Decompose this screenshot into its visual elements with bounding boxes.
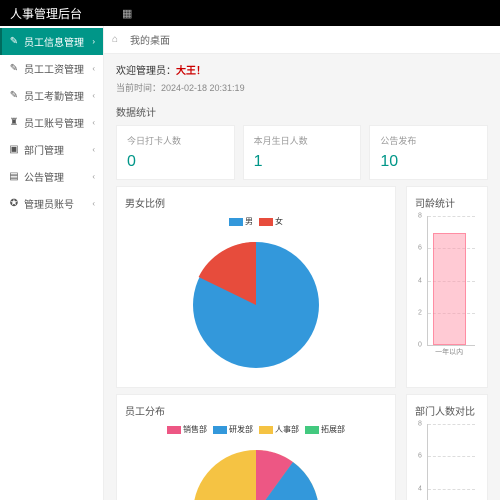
pie-dept [125, 439, 387, 500]
sidebar-label: 员工工资管理 [24, 61, 92, 76]
welcome-text: 欢迎管理员：大王！ [116, 62, 488, 77]
app-title: 人事管理后台 [10, 5, 82, 22]
chevron-icon: ‹ [92, 145, 95, 154]
chevron-icon: ‹ [92, 118, 95, 127]
chart-title: 部门人数对比 [415, 403, 479, 418]
legend-item: 男 [229, 216, 253, 227]
sidebar-label: 管理员账号 [24, 196, 92, 211]
dept-pie-card: 员工分布 销售部 研发部 人事部 拓展部 [116, 394, 396, 500]
menu-icon: ♜ [8, 117, 20, 128]
legend-label: 男 [245, 216, 253, 227]
sidebar-item-2[interactable]: ✎ 员工考勤管理‹ [0, 82, 103, 109]
chart-title: 男女比例 [125, 195, 387, 210]
legend: 男女 [125, 216, 387, 227]
chevron-icon: ‹ [92, 64, 95, 73]
main-content: ⌂ 我的桌面 欢迎管理员：大王！ 当前时间：2024-02-18 20:31:1… [104, 26, 500, 500]
sidebar-item-4[interactable]: ▣ 部门管理‹ [0, 136, 103, 163]
turnover-chart-card: 司龄统计 8 6 4 2 0 一年以内 [406, 186, 488, 388]
stat-card-1: 本月生日人数 1 [243, 125, 362, 180]
chevron-icon: › [92, 37, 95, 46]
welcome-prefix: 欢迎管理员： [116, 66, 176, 77]
legend-label: 研发部 [229, 424, 253, 435]
sidebar: ✎员工信息管理›✎员工工资管理‹✎员工考勤管理‹♜员工账号管理‹▣部门管理‹▤公… [0, 26, 104, 500]
bar-xlabel: 一年以内 [433, 347, 466, 357]
legend-item: 研发部 [213, 424, 253, 435]
tabbar: ⌂ 我的桌面 [104, 26, 500, 54]
stats-row: 今日打卡人数 0 本月生日人数 1 公告发布 10 [116, 125, 488, 180]
stat-value: 0 [127, 153, 224, 171]
sidebar-label: 公告管理 [24, 169, 92, 184]
dept-bar-card: 部门人数对比 8 6 4 2 0 销售部 [406, 394, 488, 500]
menu-icon: ✎ [8, 36, 20, 47]
bar-chart-turnover: 8 6 4 2 0 一年以内 [427, 216, 475, 346]
stat-value: 1 [254, 153, 351, 171]
legend-item: 拓展部 [305, 424, 345, 435]
legend-item: 女 [259, 216, 283, 227]
chevron-icon: ‹ [92, 91, 95, 100]
stats-title: 数据统计 [116, 104, 488, 119]
bar-chart-dept: 8 6 4 2 0 销售部 [427, 424, 475, 500]
stat-label: 今日打卡人数 [127, 134, 224, 147]
sidebar-label: 员工考勤管理 [24, 88, 92, 103]
stat-card-0: 今日打卡人数 0 [116, 125, 235, 180]
legend: 销售部 研发部 人事部 拓展部 [125, 424, 387, 435]
sidebar-item-3[interactable]: ♜ 员工账号管理‹ [0, 109, 103, 136]
legend-label: 女 [275, 216, 283, 227]
legend-swatch [259, 426, 273, 434]
sidebar-label: 员工账号管理 [24, 115, 92, 130]
legend-label: 人事部 [275, 424, 299, 435]
tab-desktop[interactable]: 我的桌面 [124, 30, 176, 49]
sidebar-item-6[interactable]: ✪ 管理员账号‹ [0, 190, 103, 217]
legend-label: 拓展部 [321, 424, 345, 435]
stat-value: 10 [380, 153, 477, 171]
stat-card-2: 公告发布 10 [369, 125, 488, 180]
chevron-icon: ‹ [92, 199, 95, 208]
stat-label: 本月生日人数 [254, 134, 351, 147]
menu-icon: ▣ [8, 144, 20, 155]
topbar: 人事管理后台 ▦ [0, 0, 500, 26]
chart-title: 员工分布 [125, 403, 387, 418]
calendar-icon[interactable]: ▦ [122, 7, 132, 20]
stat-label: 公告发布 [380, 134, 477, 147]
sidebar-item-5[interactable]: ▤ 公告管理‹ [0, 163, 103, 190]
timestamp: 当前时间：2024-02-18 20:31:19 [116, 81, 488, 94]
legend-item: 销售部 [167, 424, 207, 435]
sidebar-item-0[interactable]: ✎ 员工信息管理› [0, 28, 103, 55]
legend-swatch [229, 218, 243, 226]
chart-title: 司龄统计 [415, 195, 479, 210]
legend-swatch [213, 426, 227, 434]
sidebar-label: 部门管理 [24, 142, 92, 157]
sidebar-label: 员工信息管理 [24, 34, 92, 49]
legend-item: 人事部 [259, 424, 299, 435]
menu-icon: ▤ [8, 171, 20, 182]
menu-icon: ✎ [8, 63, 20, 74]
admin-name: 大王！ [176, 66, 206, 77]
legend-label: 销售部 [183, 424, 207, 435]
legend-swatch [305, 426, 319, 434]
menu-icon: ✪ [8, 198, 20, 209]
sidebar-item-1[interactable]: ✎ 员工工资管理‹ [0, 55, 103, 82]
home-icon[interactable]: ⌂ [112, 34, 118, 45]
menu-icon: ✎ [8, 90, 20, 101]
legend-swatch [259, 218, 273, 226]
pie-gender [125, 231, 387, 379]
legend-swatch [167, 426, 181, 434]
gender-chart-card: 男女比例 男女 [116, 186, 396, 388]
chevron-icon: ‹ [92, 172, 95, 181]
